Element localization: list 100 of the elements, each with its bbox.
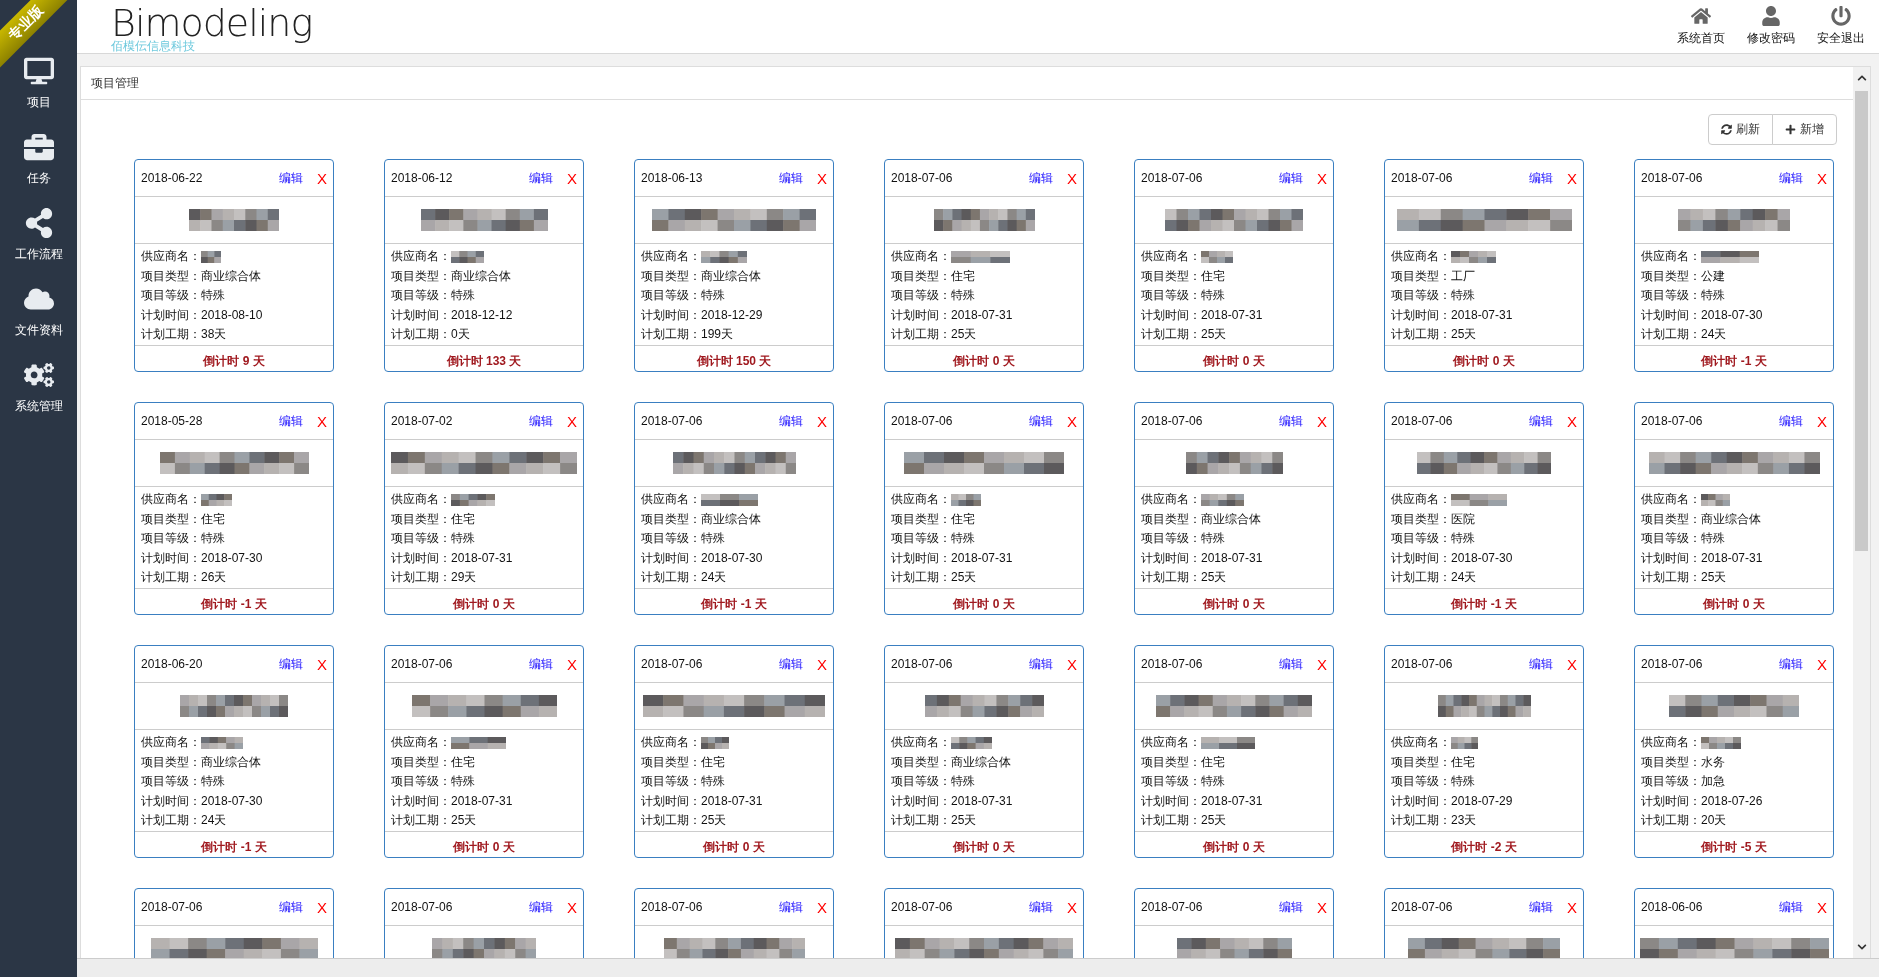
edit-link[interactable]: 编辑 bbox=[1279, 898, 1303, 916]
edit-link[interactable]: 编辑 bbox=[779, 898, 803, 916]
info-line: 计划时间：2018-07-29 bbox=[1391, 792, 1514, 810]
edit-link[interactable]: 编辑 bbox=[1279, 655, 1303, 673]
edit-link[interactable]: 编辑 bbox=[1029, 655, 1053, 673]
edit-link[interactable]: 编辑 bbox=[779, 169, 803, 187]
delete-link[interactable]: X bbox=[317, 655, 327, 673]
scrollbar[interactable] bbox=[1853, 67, 1870, 958]
edit-link[interactable]: 编辑 bbox=[529, 898, 553, 916]
toolbar-button[interactable]: 新增 bbox=[1772, 114, 1837, 145]
countdown-text: 倒计时 0 天 bbox=[1203, 838, 1265, 856]
logo-text: Bimodeling bbox=[111, 3, 313, 42]
edit-link[interactable]: 编辑 bbox=[1529, 412, 1553, 430]
delete-link[interactable]: X bbox=[1067, 655, 1077, 673]
delete-link[interactable]: X bbox=[1317, 169, 1327, 187]
edit-link[interactable]: 编辑 bbox=[279, 655, 303, 673]
delete-link[interactable]: X bbox=[1317, 655, 1327, 673]
info-label: 供应商名： bbox=[141, 734, 201, 751]
info-line: 项目等级：特殊 bbox=[1641, 530, 1726, 547]
delete-link[interactable]: X bbox=[817, 655, 827, 673]
delete-link[interactable]: X bbox=[1317, 412, 1327, 430]
card-date: 2018-07-06 bbox=[641, 900, 704, 914]
delete-link[interactable]: X bbox=[1317, 898, 1327, 916]
delete-link[interactable]: X bbox=[567, 412, 577, 430]
info-label: 供应商名： bbox=[1141, 248, 1201, 265]
edit-link[interactable]: 编辑 bbox=[529, 169, 553, 187]
scroll-thumb[interactable] bbox=[1855, 91, 1868, 551]
nav-link[interactable]: 修改密码 bbox=[1747, 6, 1795, 47]
edit-link[interactable]: 编辑 bbox=[1529, 655, 1553, 673]
share-icon bbox=[23, 207, 54, 238]
info-line: 项目类型：商业综合体 bbox=[891, 753, 1012, 771]
delete-link[interactable]: X bbox=[1567, 655, 1577, 673]
edit-link[interactable]: 编辑 bbox=[1779, 412, 1803, 430]
edit-link[interactable]: 编辑 bbox=[529, 655, 553, 673]
info-line: 项目等级：特殊 bbox=[641, 773, 726, 790]
edit-link[interactable]: 编辑 bbox=[279, 898, 303, 916]
edit-link[interactable]: 编辑 bbox=[1029, 169, 1053, 187]
delete-link[interactable]: X bbox=[817, 412, 827, 430]
edit-link[interactable]: 编辑 bbox=[1529, 169, 1553, 187]
sidebar-item[interactable]: 系统管理 bbox=[14, 356, 63, 418]
info-line: 项目类型：公建 bbox=[1641, 267, 1726, 285]
card-date: 2018-07-06 bbox=[1141, 657, 1204, 671]
info-line: 计划工期：29天 bbox=[391, 569, 478, 586]
info-line: 项目等级：特殊 bbox=[891, 287, 976, 304]
nav-link[interactable]: 安全退出 bbox=[1817, 6, 1865, 47]
info-line: 项目等级：特殊 bbox=[1391, 287, 1476, 304]
card-date: 2018-07-06 bbox=[1641, 414, 1704, 428]
nav-link[interactable]: 系统首页 bbox=[1677, 6, 1725, 47]
delete-link[interactable]: X bbox=[1567, 898, 1577, 916]
edit-link[interactable]: 编辑 bbox=[1279, 169, 1303, 187]
card-date: 2018-06-06 bbox=[1641, 900, 1704, 914]
card-date: 2018-07-06 bbox=[1641, 171, 1704, 185]
edit-link[interactable]: 编辑 bbox=[1279, 412, 1303, 430]
delete-link[interactable]: X bbox=[1817, 655, 1827, 673]
edit-link[interactable]: 编辑 bbox=[1529, 898, 1553, 916]
edit-link[interactable]: 编辑 bbox=[779, 655, 803, 673]
edit-link[interactable]: 编辑 bbox=[1779, 898, 1803, 916]
edit-link[interactable]: 编辑 bbox=[529, 412, 553, 430]
delete-link[interactable]: X bbox=[1567, 412, 1577, 430]
delete-link[interactable]: X bbox=[567, 169, 577, 187]
delete-link[interactable]: X bbox=[1817, 898, 1827, 916]
info-line: 项目类型：住宅 bbox=[1141, 267, 1226, 285]
delete-link[interactable]: X bbox=[317, 169, 327, 187]
edit-link[interactable]: 编辑 bbox=[279, 412, 303, 430]
delete-link[interactable]: X bbox=[1067, 169, 1077, 187]
delete-link[interactable]: X bbox=[1067, 412, 1077, 430]
sidebar-item[interactable]: 任务 bbox=[23, 128, 54, 190]
delete-link[interactable]: X bbox=[817, 898, 827, 916]
edit-link[interactable]: 编辑 bbox=[1029, 898, 1053, 916]
edit-link[interactable]: 编辑 bbox=[1779, 655, 1803, 673]
delete-link[interactable]: X bbox=[317, 412, 327, 430]
info-label: 供应商名： bbox=[891, 248, 951, 265]
delete-link[interactable]: X bbox=[1817, 169, 1827, 187]
delete-link[interactable]: X bbox=[817, 169, 827, 187]
delete-link[interactable]: X bbox=[1067, 898, 1077, 916]
delete-link[interactable]: X bbox=[1567, 169, 1577, 187]
card-date: 2018-07-06 bbox=[891, 171, 954, 185]
sidebar-item[interactable]: 文件资料 bbox=[14, 280, 63, 342]
info-line: 计划时间：2018-07-31 bbox=[891, 792, 1014, 810]
info-line: 计划时间：2018-07-31 bbox=[1641, 549, 1764, 567]
info-line: 计划工期：23天 bbox=[1391, 812, 1478, 829]
info-line: 项目类型：住宅 bbox=[891, 267, 976, 285]
plus-icon bbox=[1785, 124, 1796, 135]
edit-link[interactable]: 编辑 bbox=[1779, 169, 1803, 187]
info-line: 项目类型：工厂 bbox=[1391, 267, 1476, 285]
sidebar-item[interactable]: 工作流程 bbox=[14, 204, 63, 266]
info-line: 项目等级：特殊 bbox=[391, 530, 476, 547]
delete-link[interactable]: X bbox=[1817, 412, 1827, 430]
info-line: 计划工期：25天 bbox=[1641, 569, 1728, 586]
delete-link[interactable]: X bbox=[567, 898, 577, 916]
edit-link[interactable]: 编辑 bbox=[779, 412, 803, 430]
info-line: 项目等级：特殊 bbox=[391, 287, 476, 304]
info-line: 计划时间：2018-07-30 bbox=[1391, 549, 1514, 567]
delete-link[interactable]: X bbox=[317, 898, 327, 916]
toolbar-button[interactable]: 刷新 bbox=[1708, 114, 1773, 145]
countdown-text: 倒计时 0 天 bbox=[453, 595, 515, 613]
delete-link[interactable]: X bbox=[567, 655, 577, 673]
edit-link[interactable]: 编辑 bbox=[279, 169, 303, 187]
sidebar-item[interactable]: 项目 bbox=[23, 52, 54, 114]
edit-link[interactable]: 编辑 bbox=[1029, 412, 1053, 430]
